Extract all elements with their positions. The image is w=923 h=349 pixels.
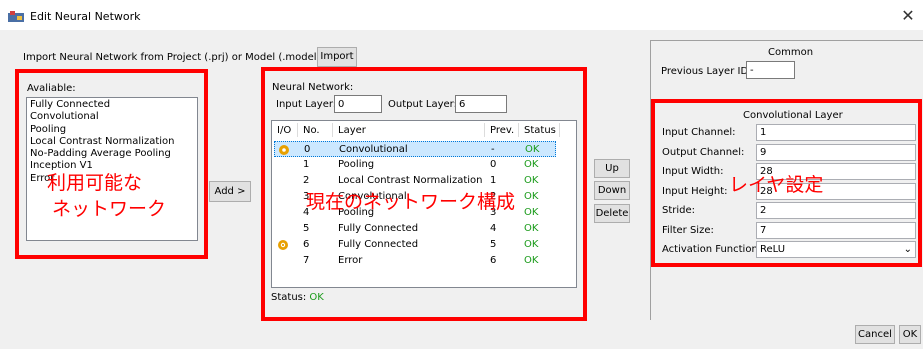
annotation-available-line2: ネットワーク [52, 198, 167, 220]
app-icon [8, 11, 24, 22]
delete-button[interactable]: Delete [594, 204, 630, 223]
annotation-layer-settings: レイヤ設定 [729, 174, 824, 196]
ok-button[interactable]: OK [899, 325, 921, 344]
available-highlight-box [15, 69, 208, 259]
prev-layer-label: Previous Layer ID: [661, 66, 752, 77]
common-title: Common [768, 47, 814, 58]
import-label: Import Neural Network from Project (.prj… [23, 52, 344, 63]
prev-layer-field[interactable] [746, 61, 795, 79]
cancel-button[interactable]: Cancel [855, 325, 895, 344]
annotation-network: 現在のネットワーク構成 [306, 191, 516, 213]
close-icon[interactable]: ✕ [898, 6, 918, 26]
window-title: Edit Neural Network [30, 10, 141, 23]
down-button[interactable]: Down [594, 181, 630, 200]
import-button[interactable]: Import [317, 47, 357, 67]
add-button[interactable]: Add > [209, 181, 251, 202]
up-button[interactable]: Up [594, 159, 630, 178]
title-bar: Edit Neural Network ✕ [0, 0, 923, 30]
annotation-available-line1: 利用可能な [47, 172, 143, 194]
